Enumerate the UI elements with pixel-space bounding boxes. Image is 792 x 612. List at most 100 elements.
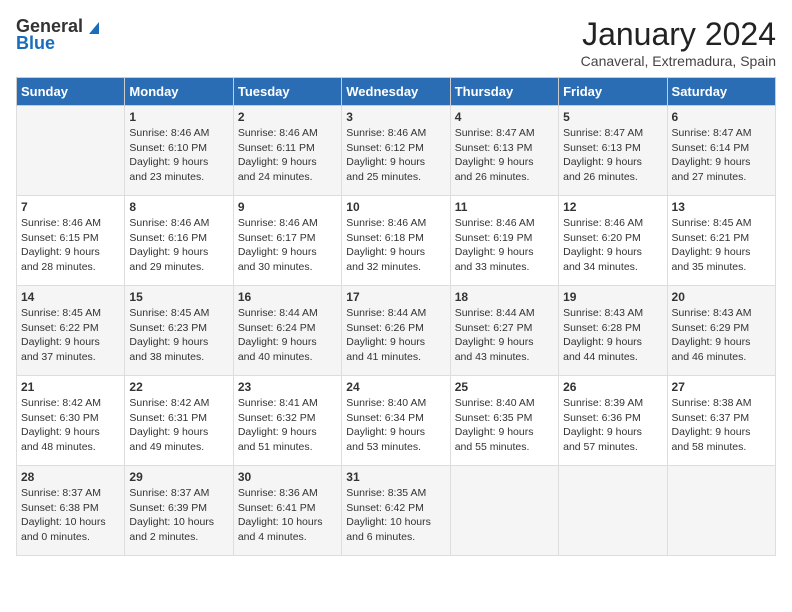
calendar-cell: 25 Sunrise: 8:40 AM Sunset: 6:35 PM Dayli… xyxy=(450,376,558,466)
day-info: Sunrise: 8:43 AM Sunset: 6:28 PM Dayligh… xyxy=(563,306,662,365)
day-info: Sunrise: 8:46 AM Sunset: 6:20 PM Dayligh… xyxy=(563,216,662,275)
day-number: 17 xyxy=(346,290,445,304)
title-block: January 2024 Canaveral, Extremadura, Spa… xyxy=(581,16,776,69)
day-info: Sunrise: 8:45 AM Sunset: 6:21 PM Dayligh… xyxy=(672,216,771,275)
calendar-cell: 9 Sunrise: 8:46 AM Sunset: 6:17 PM Daylig… xyxy=(233,196,341,286)
calendar-table: SundayMondayTuesdayWednesdayThursdayFrid… xyxy=(16,77,776,556)
day-info: Sunrise: 8:46 AM Sunset: 6:15 PM Dayligh… xyxy=(21,216,120,275)
day-number: 14 xyxy=(21,290,120,304)
day-number: 7 xyxy=(21,200,120,214)
calendar-cell: 23 Sunrise: 8:41 AM Sunset: 6:32 PM Dayli… xyxy=(233,376,341,466)
calendar-cell: 5 Sunrise: 8:47 AM Sunset: 6:13 PM Daylig… xyxy=(559,106,667,196)
page-subtitle: Canaveral, Extremadura, Spain xyxy=(581,53,776,69)
calendar-cell: 27Sunrise: 8:38 AM Sunset: 6:37 PM Dayli… xyxy=(667,376,775,466)
calendar-cell: 15 Sunrise: 8:45 AM Sunset: 6:23 PM Dayli… xyxy=(125,286,233,376)
calendar-cell: 28 Sunrise: 8:37 AM Sunset: 6:38 PM Dayli… xyxy=(17,466,125,556)
calendar-cell: 11 Sunrise: 8:46 AM Sunset: 6:19 PM Dayli… xyxy=(450,196,558,286)
logo: General Blue xyxy=(16,16,103,54)
calendar-cell: 2 Sunrise: 8:46 AM Sunset: 6:11 PM Daylig… xyxy=(233,106,341,196)
day-number: 16 xyxy=(238,290,337,304)
calendar-cell: 31 Sunrise: 8:35 AM Sunset: 6:42 PM Dayli… xyxy=(342,466,450,556)
header-friday: Friday xyxy=(559,78,667,106)
day-info: Sunrise: 8:45 AM Sunset: 6:22 PM Dayligh… xyxy=(21,306,120,365)
day-number: 23 xyxy=(238,380,337,394)
day-info: Sunrise: 8:44 AM Sunset: 6:27 PM Dayligh… xyxy=(455,306,554,365)
calendar-week-row: 7 Sunrise: 8:46 AM Sunset: 6:15 PM Daylig… xyxy=(17,196,776,286)
header-tuesday: Tuesday xyxy=(233,78,341,106)
page-header: General Blue January 2024 Canaveral, Ext… xyxy=(16,16,776,69)
calendar-cell: 6 Sunrise: 8:47 AM Sunset: 6:14 PM Daylig… xyxy=(667,106,775,196)
day-info: Sunrise: 8:44 AM Sunset: 6:26 PM Dayligh… xyxy=(346,306,445,365)
day-info: Sunrise: 8:37 AM Sunset: 6:38 PM Dayligh… xyxy=(21,486,120,545)
day-number: 6 xyxy=(672,110,771,124)
day-info: Sunrise: 8:42 AM Sunset: 6:31 PM Dayligh… xyxy=(129,396,228,455)
day-number: 19 xyxy=(563,290,662,304)
logo-triangle-icon xyxy=(85,18,103,36)
calendar-cell: 26 Sunrise: 8:39 AM Sunset: 6:36 PM Dayli… xyxy=(559,376,667,466)
calendar-week-row: 28 Sunrise: 8:37 AM Sunset: 6:38 PM Dayli… xyxy=(17,466,776,556)
calendar-cell xyxy=(450,466,558,556)
day-info: Sunrise: 8:38 AM Sunset: 6:37 PM Dayligh… xyxy=(672,396,771,455)
header-sunday: Sunday xyxy=(17,78,125,106)
day-info: Sunrise: 8:46 AM Sunset: 6:12 PM Dayligh… xyxy=(346,126,445,185)
calendar-week-row: 14 Sunrise: 8:45 AM Sunset: 6:22 PM Dayli… xyxy=(17,286,776,376)
day-number: 5 xyxy=(563,110,662,124)
day-info: Sunrise: 8:41 AM Sunset: 6:32 PM Dayligh… xyxy=(238,396,337,455)
day-info: Sunrise: 8:44 AM Sunset: 6:24 PM Dayligh… xyxy=(238,306,337,365)
day-info: Sunrise: 8:46 AM Sunset: 6:16 PM Dayligh… xyxy=(129,216,228,275)
day-info: Sunrise: 8:46 AM Sunset: 6:18 PM Dayligh… xyxy=(346,216,445,275)
day-number: 20 xyxy=(672,290,771,304)
calendar-cell: 8 Sunrise: 8:46 AM Sunset: 6:16 PM Daylig… xyxy=(125,196,233,286)
day-number: 22 xyxy=(129,380,228,394)
logo-blue: Blue xyxy=(16,33,55,54)
calendar-cell: 14 Sunrise: 8:45 AM Sunset: 6:22 PM Dayli… xyxy=(17,286,125,376)
day-number: 24 xyxy=(346,380,445,394)
header-monday: Monday xyxy=(125,78,233,106)
day-info: Sunrise: 8:45 AM Sunset: 6:23 PM Dayligh… xyxy=(129,306,228,365)
day-info: Sunrise: 8:46 AM Sunset: 6:11 PM Dayligh… xyxy=(238,126,337,185)
calendar-cell xyxy=(17,106,125,196)
day-number: 9 xyxy=(238,200,337,214)
day-info: Sunrise: 8:47 AM Sunset: 6:13 PM Dayligh… xyxy=(563,126,662,185)
calendar-cell: 16 Sunrise: 8:44 AM Sunset: 6:24 PM Dayli… xyxy=(233,286,341,376)
day-number: 4 xyxy=(455,110,554,124)
day-number: 29 xyxy=(129,470,228,484)
day-number: 28 xyxy=(21,470,120,484)
calendar-cell: 19 Sunrise: 8:43 AM Sunset: 6:28 PM Dayli… xyxy=(559,286,667,376)
day-number: 2 xyxy=(238,110,337,124)
calendar-week-row: 21 Sunrise: 8:42 AM Sunset: 6:30 PM Dayli… xyxy=(17,376,776,466)
day-info: Sunrise: 8:47 AM Sunset: 6:14 PM Dayligh… xyxy=(672,126,771,185)
day-number: 26 xyxy=(563,380,662,394)
day-info: Sunrise: 8:40 AM Sunset: 6:35 PM Dayligh… xyxy=(455,396,554,455)
day-info: Sunrise: 8:42 AM Sunset: 6:30 PM Dayligh… xyxy=(21,396,120,455)
calendar-cell: 18Sunrise: 8:44 AM Sunset: 6:27 PM Dayli… xyxy=(450,286,558,376)
day-info: Sunrise: 8:35 AM Sunset: 6:42 PM Dayligh… xyxy=(346,486,445,545)
header-thursday: Thursday xyxy=(450,78,558,106)
calendar-cell: 3 Sunrise: 8:46 AM Sunset: 6:12 PM Daylig… xyxy=(342,106,450,196)
calendar-cell: 24 Sunrise: 8:40 AM Sunset: 6:34 PM Dayli… xyxy=(342,376,450,466)
calendar-cell: 7 Sunrise: 8:46 AM Sunset: 6:15 PM Daylig… xyxy=(17,196,125,286)
day-number: 25 xyxy=(455,380,554,394)
day-info: Sunrise: 8:46 AM Sunset: 6:19 PM Dayligh… xyxy=(455,216,554,275)
day-number: 31 xyxy=(346,470,445,484)
calendar-week-row: 1Sunrise: 8:46 AM Sunset: 6:10 PM Daylig… xyxy=(17,106,776,196)
day-number: 21 xyxy=(21,380,120,394)
day-info: Sunrise: 8:39 AM Sunset: 6:36 PM Dayligh… xyxy=(563,396,662,455)
day-info: Sunrise: 8:47 AM Sunset: 6:13 PM Dayligh… xyxy=(455,126,554,185)
day-number: 3 xyxy=(346,110,445,124)
day-info: Sunrise: 8:40 AM Sunset: 6:34 PM Dayligh… xyxy=(346,396,445,455)
calendar-cell: 1Sunrise: 8:46 AM Sunset: 6:10 PM Daylig… xyxy=(125,106,233,196)
day-number: 12 xyxy=(563,200,662,214)
calendar-cell xyxy=(559,466,667,556)
day-info: Sunrise: 8:46 AM Sunset: 6:10 PM Dayligh… xyxy=(129,126,228,185)
day-number: 15 xyxy=(129,290,228,304)
calendar-cell: 10 Sunrise: 8:46 AM Sunset: 6:18 PM Dayli… xyxy=(342,196,450,286)
day-number: 30 xyxy=(238,470,337,484)
day-info: Sunrise: 8:46 AM Sunset: 6:17 PM Dayligh… xyxy=(238,216,337,275)
page-title: January 2024 xyxy=(581,16,776,53)
calendar-cell: 29Sunrise: 8:37 AM Sunset: 6:39 PM Dayli… xyxy=(125,466,233,556)
day-number: 11 xyxy=(455,200,554,214)
day-number: 10 xyxy=(346,200,445,214)
day-number: 8 xyxy=(129,200,228,214)
header-wednesday: Wednesday xyxy=(342,78,450,106)
